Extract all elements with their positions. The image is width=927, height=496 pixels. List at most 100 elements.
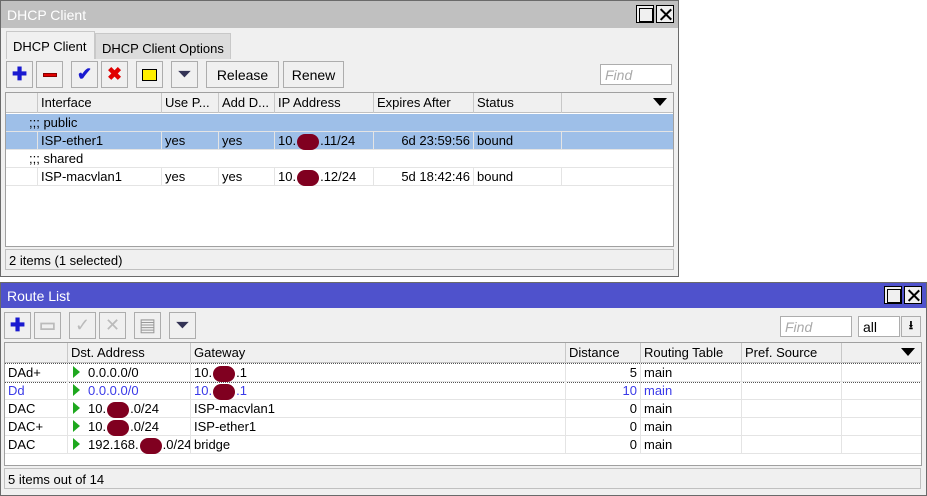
cell-3: 10 [566,382,641,400]
cell-0 [6,132,38,150]
column-header-pref-source[interactable]: Pref. Source [742,343,842,363]
cell-value: 6d 23:59:56 [401,133,470,148]
column-header-blank[interactable] [6,93,38,113]
column-header-status[interactable]: Status [474,93,562,113]
filter-select[interactable]: all [858,316,900,337]
cell-value: 0 [629,419,637,434]
disable-icon[interactable]: ✖ [101,61,128,88]
close-icon[interactable] [904,286,922,304]
tab-dhcp-client[interactable]: DHCP Client [6,31,95,59]
cell-value: 0 [629,437,637,452]
add-icon[interactable]: ✚ [4,312,31,339]
add-icon[interactable]: ✚ [6,61,33,88]
column-header-add-d[interactable]: Add D... [219,93,275,113]
comment-row[interactable]: ;;; shared [6,150,673,168]
redacted-prefix: 10. [278,169,297,184]
redacted-suffix: .0/24 [130,419,159,434]
release-button[interactable]: Release [206,61,279,88]
remove-icon[interactable] [36,61,63,88]
table-row[interactable]: DAC 10. .0/24 ISP-macvlan1 0 main [5,400,921,418]
cell-6 [842,418,921,436]
cell-2: bridge [191,436,566,454]
cell-5 [742,382,842,400]
column-header-routing-table[interactable]: Routing Table [641,343,742,363]
redaction-mark [107,401,130,418]
comment-icon[interactable]: ▤ [134,312,161,339]
cell-0 [6,168,38,186]
dhcp-title-bar[interactable]: DHCP Client [1,1,678,28]
cell-value: DAC [8,401,36,416]
cell-4: main [641,436,742,454]
cell-5 [742,400,842,418]
redacted-suffix: .11/24 [320,133,356,148]
cell-0: DAC+ [5,418,68,436]
redacted-prefix: 10. [88,419,107,434]
cell-value: 0 [629,401,637,416]
tab-dhcp-client-options[interactable]: DHCP Client Options [95,33,231,59]
redacted-suffix: .0/24 [130,401,159,416]
column-header-dst-address[interactable]: Dst. Address [68,343,191,363]
redaction-mark [139,437,162,454]
cell-5: 5d 18:42:46 [374,168,474,186]
cell-0: Dd [5,382,68,400]
table-row[interactable]: Dd 0.0.0.0/0 10. .1 10 main [5,382,921,400]
window-title: DHCP Client [7,7,87,23]
column-menu-icon[interactable] [653,98,667,106]
table-row[interactable]: DAC+ 10. .0/24 ISP-ether1 0 main [5,418,921,436]
filter-icon[interactable]: ⏷ [171,61,198,88]
cell-7 [562,168,673,186]
cell-value: main [644,401,673,416]
cell-1: 10. .0/24 [68,400,191,418]
find-input[interactable]: Find [780,316,852,337]
cell-4: main [641,400,742,418]
redaction-mark [213,383,236,400]
cell-value: main [644,419,673,434]
cell-value: bound [477,133,514,148]
column-header-use-p[interactable]: Use P... [162,93,219,113]
cell-value: 10. .12/24 [278,169,356,186]
redacted-prefix: 10. [194,365,213,380]
table-row[interactable]: DAd+ 0.0.0.0/0 10. .1 5 main [5,363,921,383]
enable-icon[interactable]: ✓ [69,312,96,339]
column-header-expires-after[interactable]: Expires After [374,93,474,113]
dropdown-arrow-icon[interactable]: ⭳ [901,316,921,337]
column-header-distance[interactable]: Distance [566,343,641,363]
comment-icon[interactable] [136,61,163,88]
column-header-interface[interactable]: Interface [38,93,162,113]
cell-3: 0 [566,436,641,454]
filter-icon[interactable]: ⏷ [169,312,196,339]
route-title-bar[interactable]: Route List [1,283,926,308]
cell-value: ISP-macvlan1 [41,169,122,184]
filter-select-value: all [863,319,878,335]
table-header: Dst. Address Gateway Distance Routing Table… [5,343,921,363]
cell-value: yes [222,133,243,148]
comment-row[interactable]: ;;; public [6,114,673,132]
remove-icon[interactable]: ▭ [34,312,61,339]
maximize-icon[interactable] [636,5,654,23]
column-header-gateway[interactable]: Gateway [191,343,566,363]
column-header-ip-address[interactable]: IP Address [275,93,374,113]
find-input[interactable]: Find [600,64,672,85]
close-icon[interactable] [656,5,674,23]
cell-3: 0 [566,418,641,436]
disable-icon[interactable]: ✕ [99,312,126,339]
cell-6 [842,400,921,418]
maximize-icon[interactable] [884,286,902,304]
cell-value: 10. .1 [194,365,247,382]
cell-value: 10. .0/24 [88,401,159,418]
dhcp-client-table: Interface Use P... Add D... IP Address Expir… [5,92,674,247]
table-row[interactable]: ISP-ether1 yes yes 10. .11/24 6d 23:59:56 boun… [6,132,673,150]
cell-1: 10. .0/24 [68,418,191,436]
cell-2: yes [162,168,219,186]
column-menu-icon[interactable] [901,348,915,356]
table-row[interactable]: DAC 192.168. .0/24 bridge 0 main [5,436,921,454]
enable-icon[interactable]: ✔ [71,61,98,88]
renew-button[interactable]: Renew [283,61,344,88]
column-header-blank[interactable] [5,343,68,363]
cell-2: 10. .1 [191,364,566,382]
redaction-mark [213,365,236,382]
redaction-mark [297,133,320,150]
cell-value: 5 [629,365,637,380]
table-header: Interface Use P... Add D... IP Address Expir… [6,93,673,113]
table-row[interactable]: ISP-macvlan1 yes yes 10. .12/24 5d 18:42:46 bo… [6,168,673,186]
